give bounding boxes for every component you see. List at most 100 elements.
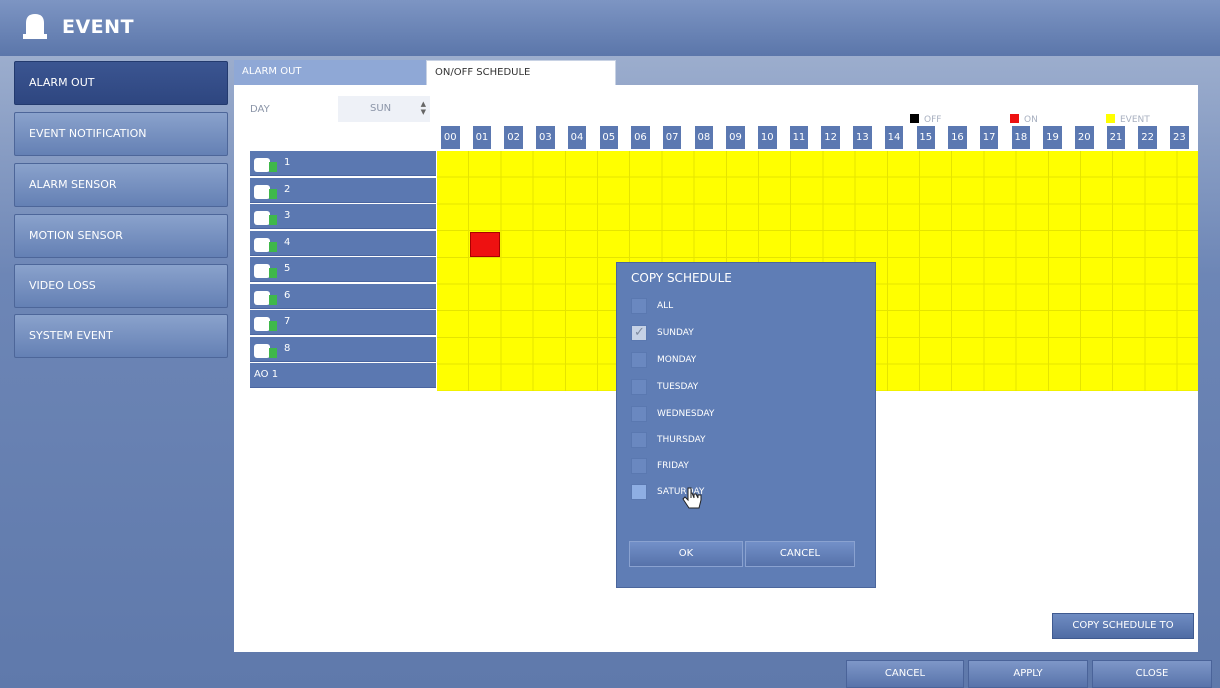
alarm-icon bbox=[23, 14, 47, 39]
hour-23: 23 bbox=[1170, 126, 1189, 149]
checkbox-tuesday[interactable] bbox=[631, 379, 647, 395]
row-label-text: 4 bbox=[284, 236, 291, 248]
checkbox-monday[interactable] bbox=[631, 352, 647, 368]
row-label-text: 7 bbox=[284, 316, 291, 327]
day-label: DAY bbox=[250, 104, 270, 115]
hour-06: 06 bbox=[631, 126, 650, 149]
hour-15: 15 bbox=[916, 126, 935, 149]
alarm-sensor-icon bbox=[254, 158, 277, 172]
hour-21: 21 bbox=[1106, 126, 1126, 149]
hour-04: 04 bbox=[567, 126, 587, 149]
alarm-sensor-icon bbox=[254, 237, 277, 252]
row-label-text: 1 bbox=[284, 157, 291, 168]
hour-08: 08 bbox=[694, 126, 714, 149]
alarm-sensor-icon bbox=[254, 184, 277, 199]
option-thursday-label: THURSDAY bbox=[657, 435, 706, 445]
legend-event-swatch bbox=[1106, 114, 1115, 123]
dialog-title: COPY SCHEDULE bbox=[631, 271, 732, 285]
row-label-4: 4 bbox=[250, 230, 436, 256]
option-friday-label: FRIDAY bbox=[657, 461, 689, 471]
legend-off: OFF bbox=[910, 114, 941, 125]
hour-14: 14 bbox=[884, 126, 904, 149]
sidebar-item-alarm-sensor[interactable]: ALARM SENSOR bbox=[14, 163, 228, 207]
row-label-7: 7 bbox=[250, 310, 436, 335]
row-label-text: 6 bbox=[284, 289, 291, 301]
sidebar-item-video-loss[interactable]: VIDEO LOSS bbox=[14, 264, 228, 308]
dialog-cancel-button[interactable]: CANCEL bbox=[745, 541, 855, 567]
checkbox-wednesday[interactable] bbox=[631, 406, 647, 422]
sidebar-item-motion-sensor[interactable]: MOTION SENSOR bbox=[14, 214, 228, 258]
copy-schedule-to-button[interactable]: COPY SCHEDULE TO bbox=[1052, 613, 1194, 639]
row-label-2: 2 bbox=[250, 177, 436, 203]
hour-18: 18 bbox=[1011, 126, 1031, 149]
hour-17: 17 bbox=[979, 126, 999, 149]
checkbox-sunday[interactable]: ✓ bbox=[631, 325, 647, 341]
option-tuesday-label: TUESDAY bbox=[657, 382, 699, 392]
spinner-arrows-icon[interactable]: ▲ ▼ bbox=[421, 100, 426, 116]
legend-on-label: ON bbox=[1024, 115, 1038, 125]
row-label-8: 8 bbox=[250, 336, 436, 362]
row-label-6: 6 bbox=[250, 283, 436, 309]
hour-05: 05 bbox=[599, 126, 618, 149]
alarm-sensor-icon bbox=[254, 211, 277, 225]
hour-20: 20 bbox=[1075, 126, 1094, 149]
legend-off-swatch bbox=[910, 114, 919, 123]
option-monday-label: MONDAY bbox=[657, 355, 697, 365]
checkbox-all[interactable] bbox=[631, 298, 647, 314]
sidebar-item-alarm-out[interactable]: ALARM OUT bbox=[14, 61, 228, 105]
sidebar-item-system-event[interactable]: SYSTEM EVENT bbox=[14, 314, 228, 358]
legend-event-label: EVENT bbox=[1120, 115, 1150, 125]
schedule-cell-on[interactable] bbox=[470, 232, 500, 257]
hour-13: 13 bbox=[853, 126, 872, 149]
dialog-ok-button[interactable]: OK bbox=[629, 541, 743, 567]
hour-11: 11 bbox=[789, 126, 809, 149]
legend-event: EVENT bbox=[1106, 114, 1150, 125]
footer-cancel-button[interactable]: CANCEL bbox=[846, 660, 964, 688]
legend-on-swatch bbox=[1010, 114, 1019, 123]
hour-19: 19 bbox=[1043, 126, 1062, 149]
hour-01: 01 bbox=[472, 126, 492, 149]
day-value: SUN bbox=[370, 103, 392, 114]
alarm-sensor-icon bbox=[254, 317, 277, 331]
row-label-ao-1: AO 1 bbox=[250, 363, 436, 388]
hour-03: 03 bbox=[536, 126, 555, 149]
hour-10: 10 bbox=[758, 126, 777, 149]
alarm-sensor-icon bbox=[254, 290, 277, 305]
footer-close-button[interactable]: CLOSE bbox=[1092, 660, 1212, 688]
hour-12: 12 bbox=[821, 126, 840, 149]
copy-schedule-dialog: COPY SCHEDULE ALL ✓ SUNDAY MONDAY TUESDA… bbox=[616, 262, 876, 588]
option-all-label: ALL bbox=[657, 301, 674, 311]
option-sunday-label: SUNDAY bbox=[657, 328, 694, 338]
hour-07: 07 bbox=[662, 126, 682, 149]
page-title: EVENT bbox=[62, 16, 135, 38]
legend-off-label: OFF bbox=[924, 115, 942, 125]
alarm-sensor-icon bbox=[254, 343, 277, 358]
hand-cursor-icon bbox=[682, 487, 702, 509]
checkbox-friday[interactable] bbox=[631, 458, 647, 474]
sidebar-item-event-notification[interactable]: EVENT NOTIFICATION bbox=[14, 112, 228, 156]
row-label-5: 5 bbox=[250, 257, 436, 282]
tab-on-off-schedule[interactable]: ON/OFF SCHEDULE bbox=[426, 60, 616, 86]
row-label-text: 8 bbox=[284, 342, 291, 354]
alarm-sensor-icon bbox=[254, 264, 277, 278]
row-label-3: 3 bbox=[250, 204, 436, 229]
tab-alarm-out[interactable]: ALARM OUT bbox=[234, 60, 426, 86]
legend-on: ON bbox=[1010, 114, 1038, 125]
row-label-text: 5 bbox=[284, 263, 291, 274]
row-label-text: 2 bbox=[284, 183, 291, 195]
checkbox-thursday[interactable] bbox=[631, 432, 647, 448]
footer-apply-button[interactable]: APPLY bbox=[968, 660, 1088, 688]
day-select[interactable]: SUN ▲ ▼ bbox=[338, 96, 430, 122]
title-bar: EVENT bbox=[0, 0, 1220, 56]
checkbox-saturday[interactable] bbox=[631, 484, 647, 500]
hour-16: 16 bbox=[948, 126, 967, 149]
hour-00: 00 bbox=[441, 126, 460, 149]
check-icon: ✓ bbox=[634, 325, 645, 340]
option-wednesday-label: WEDNESDAY bbox=[657, 409, 715, 419]
hour-22: 22 bbox=[1138, 126, 1157, 149]
row-label-text: 3 bbox=[284, 210, 291, 221]
hour-02: 02 bbox=[504, 126, 523, 149]
row-label-1: 1 bbox=[250, 151, 436, 176]
hour-09: 09 bbox=[726, 126, 745, 149]
row-label-text: AO 1 bbox=[254, 369, 279, 380]
